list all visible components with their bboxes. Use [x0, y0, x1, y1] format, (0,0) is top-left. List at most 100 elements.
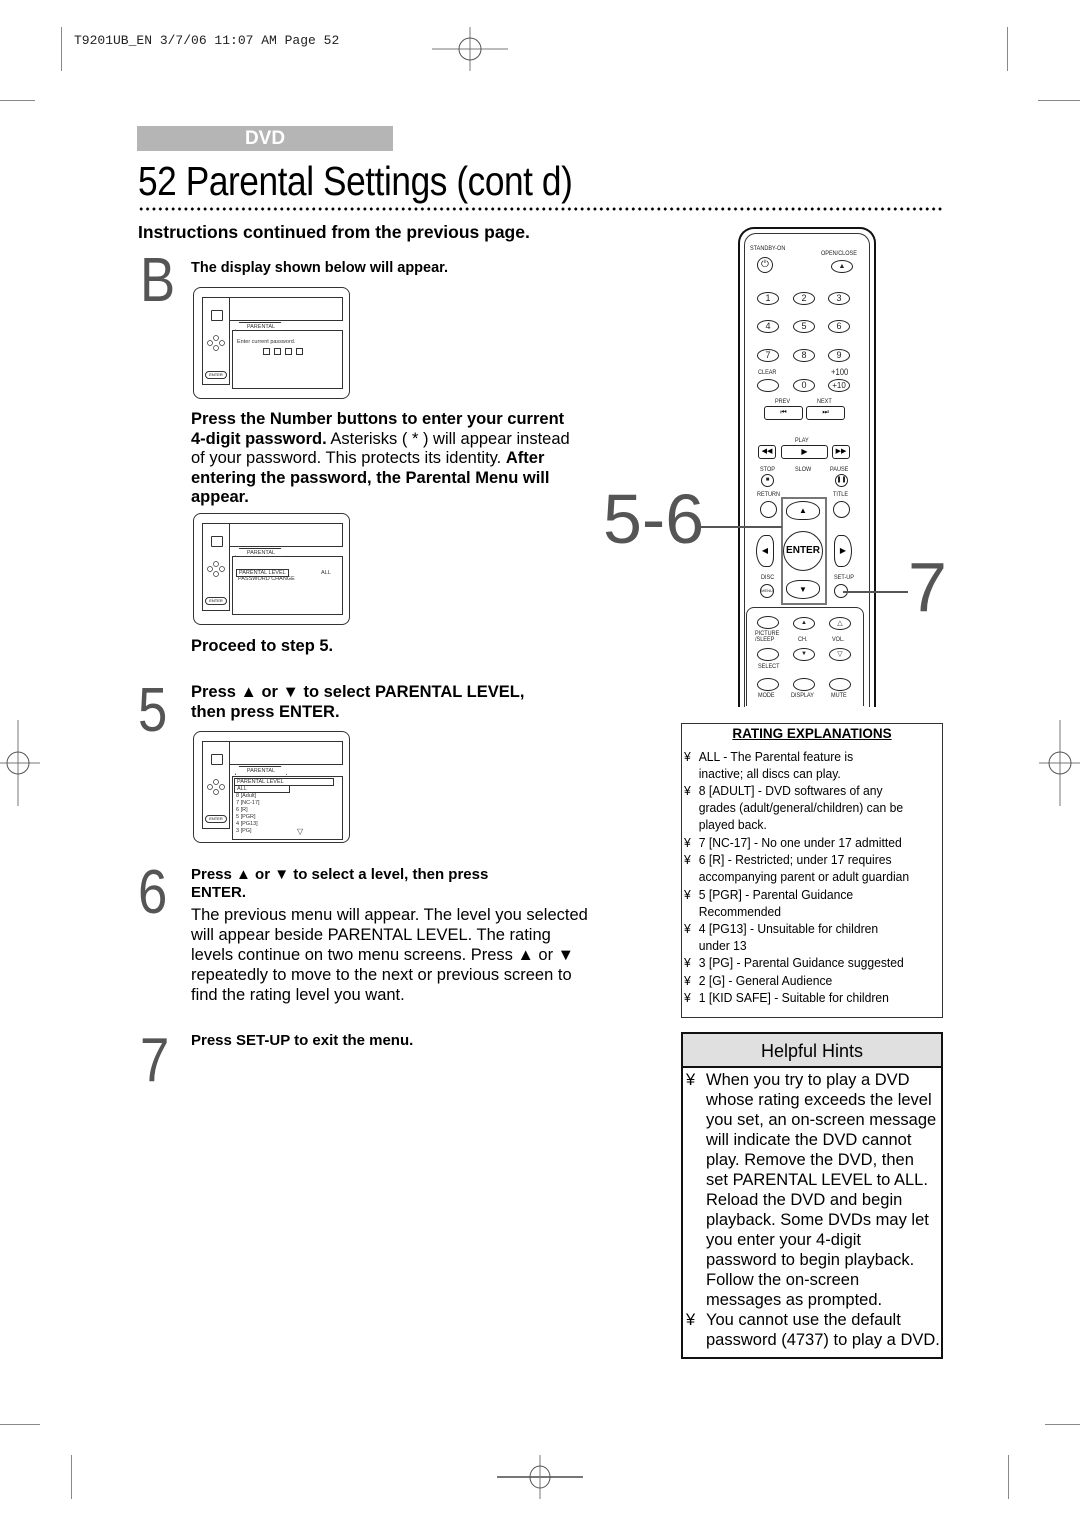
osd-menu-item-password-change: PASSWORD CHANGE: [238, 576, 295, 582]
vol-up-button-icon: △: [829, 617, 851, 630]
osd-level-item: 8 [Adult]: [236, 793, 257, 799]
list-item: ¥4 [PG13] - Unsuitable for children under…: [684, 921, 879, 953]
digit-button: 1: [757, 292, 779, 305]
digit-button: 4: [757, 320, 779, 333]
rewind-button-icon: ◀◀: [758, 445, 776, 459]
forward-button-icon: ▶▶: [832, 445, 850, 459]
callout-line-7: [843, 591, 908, 593]
step-6-instruction: Press ▲ or ▼ to select a level, then pre…: [191, 866, 489, 901]
label-prev: PREV: [775, 398, 791, 405]
registration-mark-left: [0, 720, 40, 806]
subheading: Instructions continued from the previous…: [138, 222, 530, 242]
list-item: ¥2 [G] - General Audience: [684, 972, 833, 988]
prev-button-icon: ⏮: [764, 406, 803, 420]
proceed-note: Proceed to step 5.: [191, 637, 334, 655]
enter-button: ENTER: [783, 531, 823, 571]
crop-mark: [1007, 27, 1008, 71]
crop-mark: [1045, 1424, 1080, 1425]
bullet-icon: ¥: [684, 886, 691, 902]
bullet-icon: ¥: [686, 1311, 696, 1329]
bullet-icon: ¥: [684, 955, 691, 971]
label-slow: SLOW: [795, 466, 812, 473]
eject-button-icon: ▲: [831, 260, 853, 273]
callout-steps-5-6: 5-6: [603, 480, 705, 558]
bullet-icon: ¥: [684, 989, 691, 1005]
digit-button: 7: [757, 349, 779, 362]
digit-button: 6: [828, 320, 850, 333]
bullet-icon: ¥: [684, 972, 691, 988]
page-title: 52 Parental Settings (cont d): [138, 158, 573, 204]
section-tag: DVD: [137, 126, 393, 151]
label-display: DISPLAY: [791, 692, 814, 699]
down-arrow-button-icon: ▼: [786, 580, 820, 599]
print-slug: T9201UB_EN 3/7/06 11:07 AM Page 52: [74, 33, 340, 48]
rating-explanations-heading: RATING EXPLANATIONS: [732, 726, 892, 741]
list-item: ¥7 [NC-17] - No one under 17 admitted: [684, 835, 902, 850]
next-button-icon: ⏭: [806, 406, 845, 420]
step-6-body: The previous menu will appear. The level…: [191, 906, 588, 1004]
enter-icon: ENTER: [205, 597, 227, 605]
osd-prompt: Enter current password.: [237, 339, 296, 345]
list-item: ¥1 [KID SAFE] - Suitable for children: [684, 989, 889, 1005]
registration-mark-top: [432, 27, 508, 71]
dotted-divider: [138, 207, 943, 211]
password-boxes: [263, 348, 303, 355]
label-disc: DISC: [761, 574, 775, 581]
label-clear: CLEAR: [758, 369, 777, 376]
osd-level-item: 7 [NC-17]: [236, 800, 260, 806]
osd-parental-menu: ENTER PARENTAL PARENTAL LEVEL ALL PASSWO…: [193, 513, 350, 625]
list-item: ¥ You cannot use the default password (473…: [686, 1311, 940, 1349]
clear-button: [757, 379, 779, 392]
label-next: NEXT: [817, 398, 832, 405]
label-play: PLAY: [795, 437, 809, 444]
label-vol: VOL.: [832, 636, 845, 643]
osd-parental-level-value: ALL: [321, 570, 331, 576]
picture-sleep-button: [757, 616, 779, 629]
right-arrow-button-icon: ▶: [834, 535, 852, 567]
osd-password-screen: ENTER PARENTAL Enter current password.: [193, 287, 350, 399]
dpad-icon: [207, 779, 225, 795]
digit-button: 2: [793, 292, 815, 305]
osd-level-item: 5 [PGR]: [236, 814, 256, 820]
bullet-icon: ¥: [684, 835, 691, 850]
label-standby: STANDBY-ON: [750, 245, 786, 252]
display-button: [793, 678, 815, 691]
crop-mark: [71, 1455, 72, 1499]
title-button: [833, 501, 850, 518]
label-stop: STOP: [760, 466, 775, 473]
crop-mark: [61, 27, 62, 71]
step-number-b: B: [140, 246, 176, 315]
plus10-button: +10: [828, 379, 850, 392]
label-plus100: +100: [831, 367, 849, 377]
step-5-instruction: Press ▲ or ▼ to select PARENTAL LEVEL, t…: [191, 683, 525, 721]
label-return: RETURN: [757, 491, 781, 498]
osd-level-list: ENTER PARENTAL PARENTAL LEVEL ALL 8 [Adu…: [193, 731, 350, 843]
list-item: ¥5 [PGR] - Parental Guidance Recommended: [684, 886, 854, 919]
crop-mark: [0, 1424, 40, 1425]
bullet-icon: ¥: [684, 749, 691, 764]
dpad-icon: [207, 335, 225, 351]
mode-button: [757, 678, 779, 691]
list-item: ¥ ALL - The Parental feature is inactive; …: [684, 749, 854, 781]
step-b-body: Press the Number buttons to enter your c…: [191, 410, 570, 506]
osd-level-item: 4 [PG13]: [236, 821, 258, 827]
tv-icon: [211, 536, 223, 547]
registration-mark-bottom: [497, 1455, 583, 1499]
list-item: ¥8 [ADULT] - DVD softwares of any grades …: [684, 783, 904, 833]
crop-mark: [1038, 100, 1080, 101]
label-open-close: OPEN/CLOSE: [821, 250, 857, 257]
ch-up-button-icon: ▲: [793, 617, 815, 630]
dpad-icon: [207, 561, 225, 577]
list-item: ¥ When you try to play a DVD whose rating …: [686, 1071, 937, 1309]
osd-tab: PARENTAL: [235, 766, 287, 775]
tv-icon: [211, 754, 223, 765]
scroll-down-icon: ▽: [297, 827, 304, 836]
disc-menu-button: MENU: [760, 584, 774, 598]
stop-button-icon: ■: [761, 474, 774, 487]
step-number-7: 7: [140, 1026, 170, 1095]
step-b-heading: The display shown below will appear.: [191, 260, 449, 276]
label-picture-sleep: PICTURE /SLEEP: [755, 630, 780, 643]
tv-icon: [211, 310, 223, 321]
label-title: TITLE: [833, 491, 849, 498]
callout-step-7: 7: [908, 548, 947, 626]
